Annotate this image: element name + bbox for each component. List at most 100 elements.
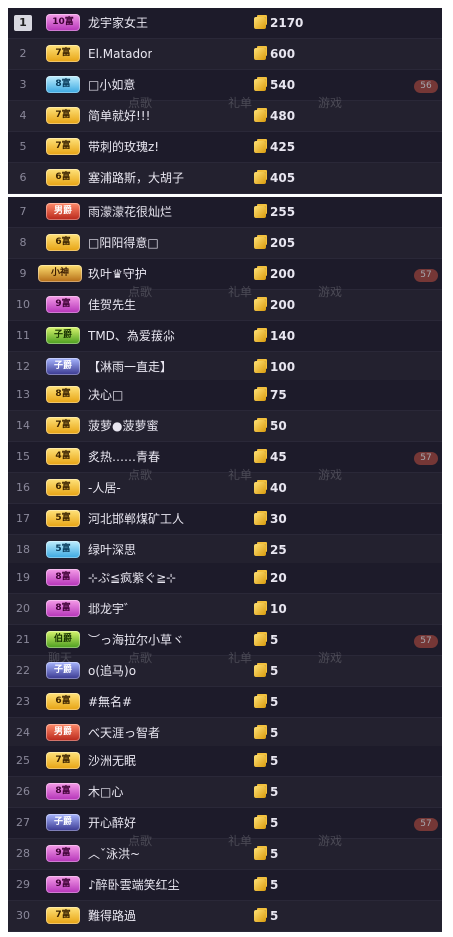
level-badge: 6富 xyxy=(46,169,80,186)
rank-row[interactable]: 10 9富 佳贺先生 200 xyxy=(8,290,442,321)
score-value: 20 xyxy=(254,563,287,593)
level-badge: 5富 xyxy=(46,541,80,558)
rank-row[interactable]: 6 6富 塞浦路斯，大胡子 405 xyxy=(8,163,442,194)
rank-row[interactable]: 2 7富 El.Matador 600 xyxy=(8,39,442,70)
level-badge: 7富 xyxy=(46,417,80,434)
score-value: 540 xyxy=(254,70,295,100)
level-badge: 10富 xyxy=(46,14,80,31)
rank-number: 15 xyxy=(16,450,30,463)
user-name[interactable]: 开心醉好 xyxy=(88,808,136,838)
user-name[interactable]: 绿叶深思 xyxy=(88,535,136,565)
user-name[interactable]: 佳贺先生 xyxy=(88,290,136,320)
rank-number: 16 xyxy=(16,481,30,494)
score-text: 200 xyxy=(270,267,296,281)
rank-panel: 19 8富 ⊹ぷ≦疯紫ぐ≧⊹ 20 20 8富 邶龙宇゛ 10 21 伯爵 ︶っ海拉尔小草ヾ 5 22 子… xyxy=(8,563,442,749)
rank-row[interactable]: 8 6富 □阳阳得意□ 205 xyxy=(8,228,442,259)
user-name[interactable]: 简单就好!!! xyxy=(88,101,150,131)
rank-row[interactable]: 24 男爵 べ天涯っ智者 5 xyxy=(8,718,442,749)
coin-icon xyxy=(254,237,266,249)
user-name[interactable]: 邶龙宇゛ xyxy=(88,594,136,624)
user-name[interactable]: 塞浦路斯，大胡子 xyxy=(88,163,184,193)
rank-number: 10 xyxy=(16,298,30,311)
coin-icon xyxy=(254,17,266,29)
score-text: 200 xyxy=(270,298,296,312)
user-name[interactable]: 炙热……青春 xyxy=(88,442,160,472)
rank-number: 3 xyxy=(19,78,27,91)
user-name[interactable]: □阳阳得意□ xyxy=(88,228,159,258)
rank-row[interactable]: 14 7富 菠萝●菠萝蜜 50 xyxy=(8,411,442,442)
rank-row[interactable]: 27 子爵 开心醉好 5 xyxy=(8,808,442,839)
user-name[interactable]: ︿ˇ泳洪~ xyxy=(88,839,140,869)
score-value: 205 xyxy=(254,228,295,258)
rank-row[interactable]: 7 男爵 雨濛濛花很灿烂 255 xyxy=(8,197,442,228)
rank-row[interactable]: 18 5富 绿叶深思 25 xyxy=(8,535,442,566)
user-name[interactable]: 難得路過 xyxy=(88,901,136,931)
user-name[interactable]: 河北邯郸煤矿工人 xyxy=(88,504,184,534)
score-text: 5 xyxy=(270,664,279,678)
user-name[interactable]: べ天涯っ智者 xyxy=(88,718,160,748)
user-name[interactable]: 木□心 xyxy=(88,777,123,807)
rank-row[interactable]: 21 伯爵 ︶っ海拉尔小草ヾ 5 xyxy=(8,625,442,656)
rank-number: 25 xyxy=(16,754,30,767)
user-name[interactable]: ♪醉卧雲端笑红尘 xyxy=(88,870,180,900)
user-name[interactable]: 玖叶♛守护 xyxy=(88,259,147,289)
user-name[interactable]: 决心□ xyxy=(88,380,123,410)
rank-row[interactable]: 11 子爵 TMD、為爱菝尛 140 xyxy=(8,321,442,352)
user-name[interactable]: TMD、為爱菝尛 xyxy=(88,321,175,351)
coin-icon xyxy=(254,727,266,739)
rank-row[interactable]: 19 8富 ⊹ぷ≦疯紫ぐ≧⊹ 20 xyxy=(8,563,442,594)
rank-number: 28 xyxy=(16,847,30,860)
rank-row[interactable]: 26 8富 木□心 5 xyxy=(8,777,442,808)
rank-number: 11 xyxy=(16,329,30,342)
score-value: 40 xyxy=(254,473,287,503)
rank-number: 20 xyxy=(16,602,30,615)
level-badge: 7富 xyxy=(46,138,80,155)
user-name[interactable]: o(追马)o xyxy=(88,656,136,686)
rank-row[interactable]: 29 9富 ♪醉卧雲端笑红尘 5 xyxy=(8,870,442,901)
user-name[interactable]: ⊹ぷ≦疯紫ぐ≧⊹ xyxy=(88,563,176,593)
user-name[interactable]: ︶っ海拉尔小草ヾ xyxy=(88,625,184,655)
rank-number: 22 xyxy=(16,664,30,677)
rank-row[interactable]: 3 8富 □小如意 540 xyxy=(8,70,442,101)
rank-row[interactable]: 9 小神 玖叶♛守护 200 xyxy=(8,259,442,290)
rank-row[interactable]: 13 8富 决心□ 75 xyxy=(8,380,442,411)
count-badge: 57 xyxy=(414,635,438,648)
user-name[interactable]: 【淋雨一直走】 xyxy=(88,352,172,382)
rank-number: 4 xyxy=(19,109,27,122)
rank-row[interactable]: 17 5富 河北邯郸煤矿工人 30 xyxy=(8,504,442,535)
rank-number: 29 xyxy=(16,878,30,891)
user-name[interactable]: 菠萝●菠萝蜜 xyxy=(88,411,158,441)
coin-icon xyxy=(254,910,266,922)
score-text: 5 xyxy=(270,695,279,709)
user-name[interactable]: 龙宇家女王 xyxy=(88,8,148,38)
coin-icon xyxy=(254,513,266,525)
user-name[interactable]: 沙洲无眠 xyxy=(88,746,136,776)
user-name[interactable]: 带刺的玫瑰z! xyxy=(88,132,159,162)
rank-row[interactable]: 1 10富 龙宇家女王 2170 xyxy=(8,8,442,39)
score-value: 2170 xyxy=(254,8,303,38)
user-name[interactable]: □小如意 xyxy=(88,70,135,100)
user-name[interactable]: #無名# xyxy=(88,687,132,717)
user-name[interactable]: El.Matador xyxy=(88,39,152,69)
coin-icon xyxy=(254,755,266,767)
score-value: 200 xyxy=(254,290,295,320)
level-badge: 7富 xyxy=(46,752,80,769)
rank-row[interactable]: 12 子爵 【淋雨一直走】 100 xyxy=(8,352,442,383)
score-text: 480 xyxy=(270,109,296,123)
rank-panel: 25 7富 沙洲无眠 5 26 8富 木□心 5 27 子爵 开心醉好 5 28 9富 ︿ˇ泳洪~ 5 29 9富… xyxy=(8,746,442,932)
user-name[interactable]: -人居- xyxy=(88,473,121,503)
rank-row[interactable]: 5 7富 带刺的玫瑰z! 425 xyxy=(8,132,442,163)
rank-row[interactable]: 16 6富 -人居- 40 xyxy=(8,473,442,504)
user-name[interactable]: 雨濛濛花很灿烂 xyxy=(88,197,172,227)
rank-row[interactable]: 22 子爵 o(追马)o 5 xyxy=(8,656,442,687)
coin-icon xyxy=(254,848,266,860)
rank-row[interactable]: 23 6富 #無名# 5 xyxy=(8,687,442,718)
rank-row[interactable]: 20 8富 邶龙宇゛ 10 xyxy=(8,594,442,625)
rank-row[interactable]: 28 9富 ︿ˇ泳洪~ 5 xyxy=(8,839,442,870)
rank-row[interactable]: 30 7富 難得路過 5 xyxy=(8,901,442,932)
rank-row[interactable]: 15 4富 炙热……青春 45 xyxy=(8,442,442,473)
rank-row[interactable]: 25 7富 沙洲无眠 5 xyxy=(8,746,442,777)
coin-icon xyxy=(254,141,266,153)
rank-number: 24 xyxy=(16,726,30,739)
rank-row[interactable]: 4 7富 简单就好!!! 480 xyxy=(8,101,442,132)
